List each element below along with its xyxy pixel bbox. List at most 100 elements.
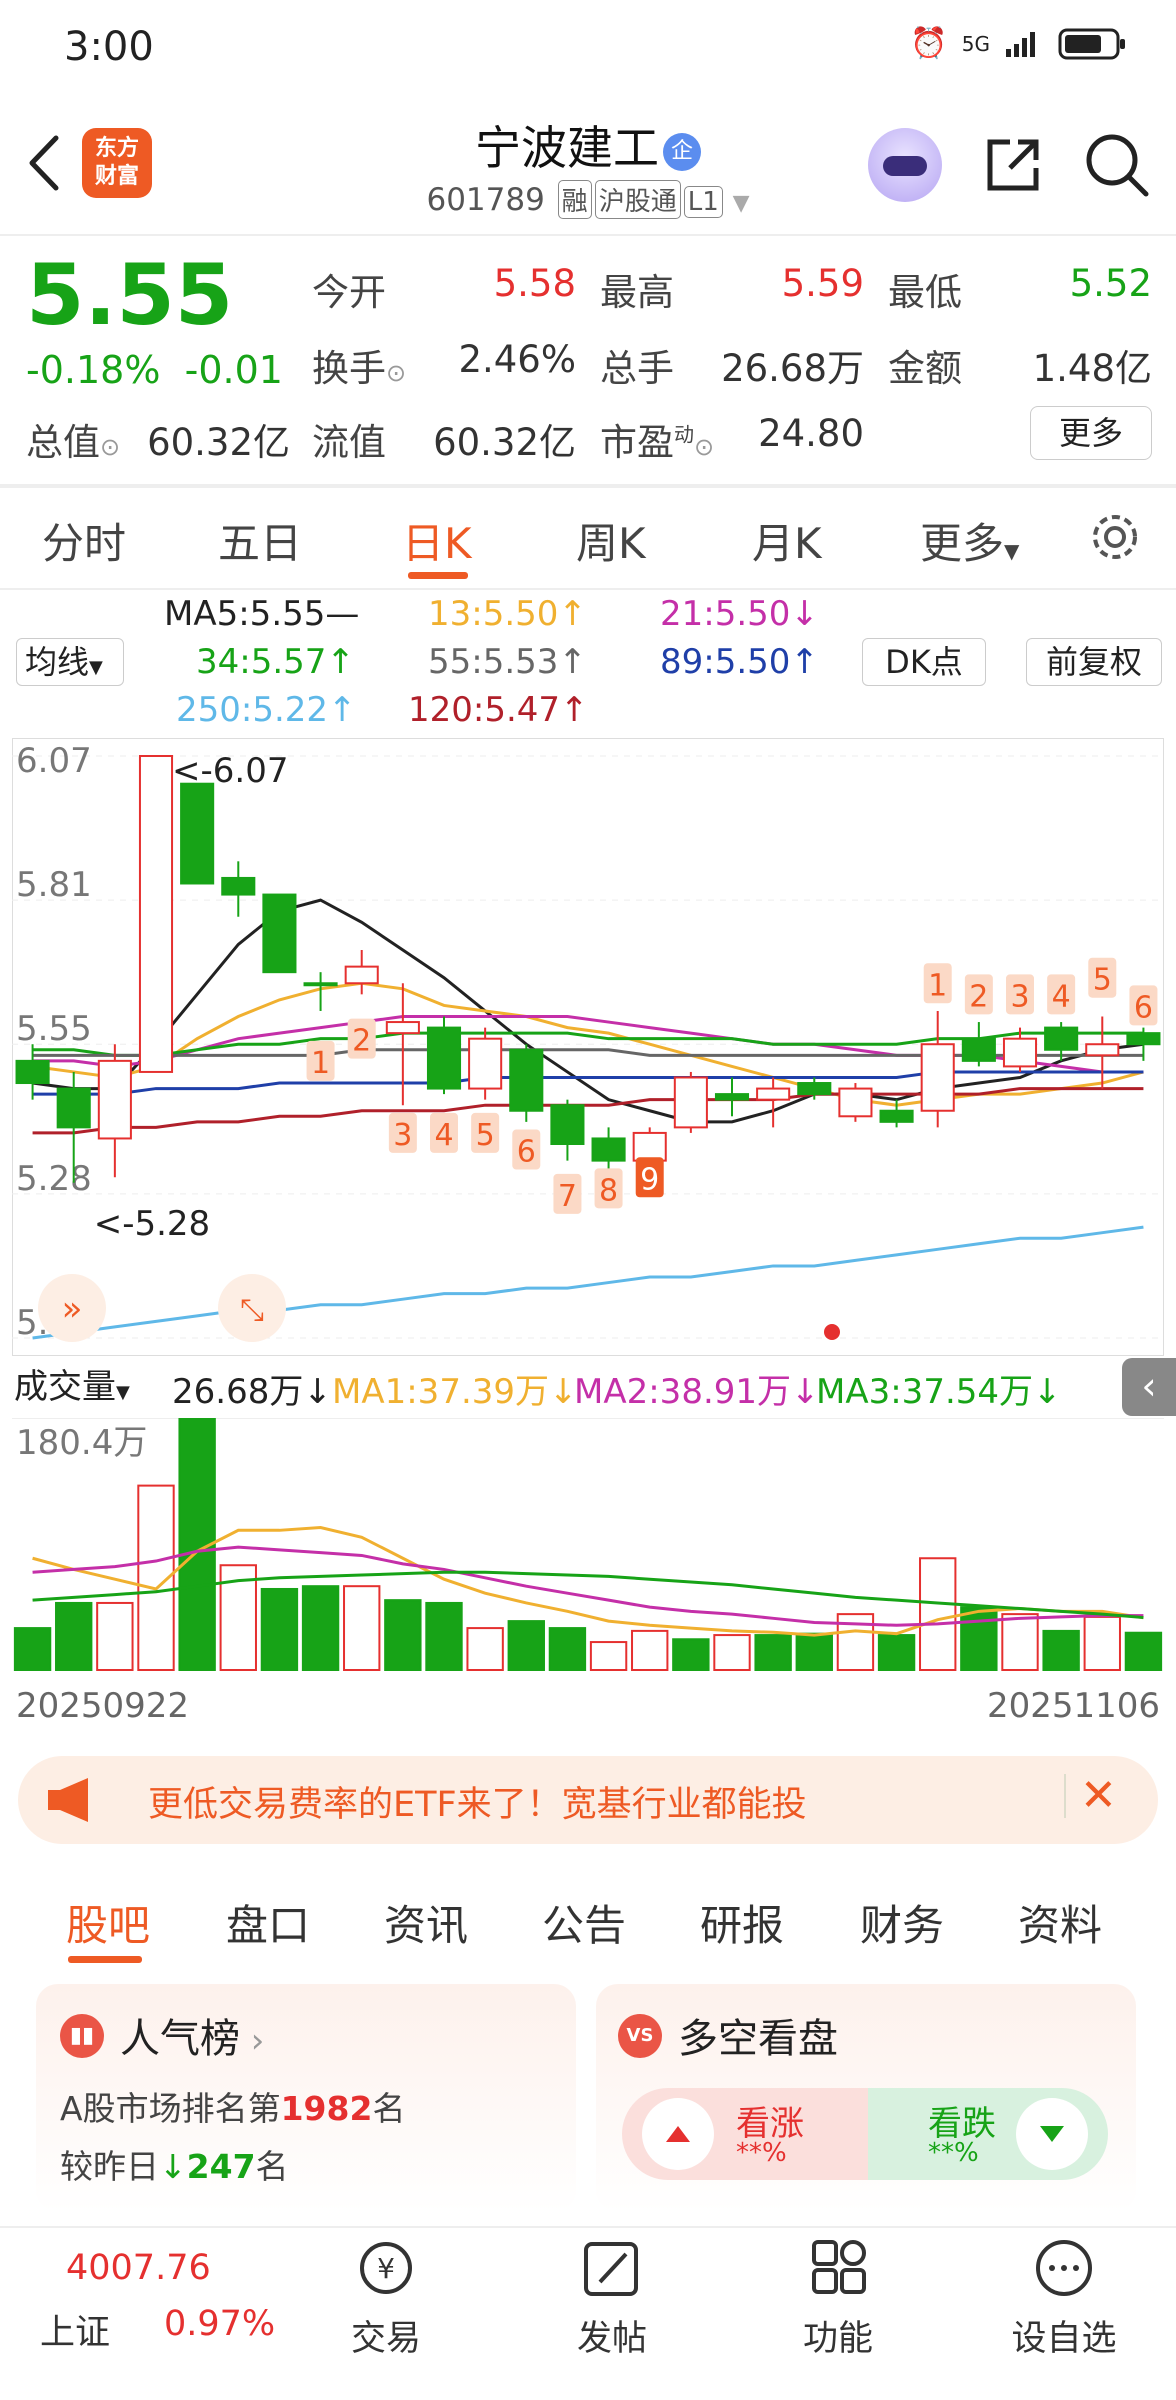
arrow-down-icon: ↓ [159, 2147, 187, 2186]
signal-marker-label: 1 [928, 968, 947, 1003]
promo-divider [1064, 1774, 1066, 1818]
nav-post[interactable]: 发帖 [542, 2310, 682, 2361]
candle-body [632, 1131, 667, 1162]
tab-more[interactable]: 更多▼ [920, 510, 1019, 571]
dropdown-icon: ▼ [732, 191, 750, 216]
pe-label-text: 市盈 [600, 421, 674, 464]
rank-change-value: 247 [186, 2147, 256, 2186]
tab-research[interactable]: 研报 [700, 1892, 784, 1953]
signal-marker-label: 4 [1052, 979, 1071, 1014]
volume-selector[interactable]: 成交量▼ [14, 1364, 166, 1410]
high-value: 5.59 [781, 262, 864, 305]
ma-selector[interactable]: 均线▼ [16, 638, 124, 686]
turnover-label: 换手⊙ [312, 338, 406, 392]
tab-finance[interactable]: 财务 [860, 1892, 944, 1953]
candle-body [920, 1043, 955, 1112]
more-quote-button[interactable]: 更多 [1030, 406, 1152, 460]
signal-marker-label: 7 [558, 1179, 577, 1214]
tab-news[interactable]: 资讯 [384, 1892, 468, 1953]
signal-marker-label: 6 [517, 1135, 536, 1170]
low-label: 最低 [888, 271, 962, 314]
adjust-button[interactable]: 前复权 [1026, 638, 1162, 686]
end-date: 20251106 [986, 1686, 1160, 1726]
volume-bar [919, 1557, 957, 1671]
nav-add-watchlist[interactable]: 设自选 [994, 2310, 1134, 2361]
volume-bar [96, 1601, 134, 1671]
candlestick-chart[interactable]: 6.075.815.555.285.02123456789123456<-6.0… [12, 738, 1164, 1356]
chevron-right-icon: › [240, 2021, 265, 2061]
assistant-avatar[interactable] [868, 128, 942, 202]
float-label: 流值 [312, 421, 386, 464]
volume-ma1: MA1:37.39万↓ [332, 1372, 578, 1412]
gear-icon [1093, 515, 1137, 559]
search-button[interactable] [1082, 130, 1150, 198]
svg-text:¥: ¥ [377, 2252, 395, 2285]
enterprise-badge: 企 [663, 132, 701, 171]
tab-intraday[interactable]: 分时 [42, 510, 126, 571]
tab-weekly-k[interactable]: 周K [576, 510, 646, 571]
signal-marker-label: 5 [476, 1118, 495, 1153]
signal-marker-label: 2 [969, 979, 988, 1014]
share-button[interactable] [980, 132, 1046, 198]
nav-trade[interactable]: 交易 [316, 2310, 456, 2361]
rank-value: 1982 [280, 2089, 373, 2128]
caret-down-icon: ▼ [1004, 539, 1020, 563]
ma55-legend: 55:5.53↑ [428, 642, 587, 682]
pe-sup: 动 [674, 422, 694, 447]
high-label: 最高 [600, 271, 674, 314]
volume-chart[interactable]: 180.4万 [12, 1418, 1164, 1674]
volume-bar [672, 1638, 710, 1672]
candle-body [1126, 1032, 1161, 1046]
tab-orderbook[interactable]: 盘口 [226, 1892, 310, 1953]
tab-daily-k[interactable]: 日K [402, 510, 472, 571]
signal-marker-label: 4 [434, 1118, 453, 1153]
collapse-panel-button[interactable]: ‹ [1122, 1358, 1176, 1416]
event-dot [824, 1324, 840, 1340]
candle-body [426, 1026, 462, 1090]
y-tick-label: 5.55 [16, 1009, 92, 1049]
mktcap-value: 60.32亿 [147, 421, 290, 464]
volume-value: 26.68万 [721, 347, 864, 390]
ma5-legend: MA5:5.55— [164, 594, 360, 634]
volume-bar [795, 1632, 833, 1671]
candle-body [961, 1037, 996, 1062]
battery-icon [1058, 28, 1125, 59]
candle-body [1044, 1026, 1079, 1051]
change-percent: -0.18% [26, 348, 161, 392]
turnover-label-text: 换手 [312, 347, 386, 390]
popularity-title: 人气榜 › [120, 2006, 264, 2064]
mktcap-label: 总值⊙ [26, 412, 120, 466]
low-value: 5.52 [1069, 262, 1152, 305]
tab-announcements[interactable]: 公告 [542, 1892, 626, 1953]
signal-icon [1006, 31, 1035, 57]
volume-ma3: MA3:37.54万↓ [816, 1372, 1062, 1412]
rank-change-line: 较昨日↓247名 [60, 2140, 289, 2188]
close-icon[interactable]: ✕ [1080, 1770, 1117, 1821]
amount-label: 金额 [888, 347, 962, 390]
signal-marker-label: 3 [1010, 979, 1029, 1014]
dk-point-button[interactable]: DK点 [862, 638, 986, 686]
share-icon [987, 139, 1039, 191]
tab-profile[interactable]: 资料 [1018, 1892, 1102, 1953]
candle-body [138, 755, 174, 1073]
volume-current: 26.68万↓ [172, 1372, 332, 1412]
volume-bar [55, 1601, 93, 1671]
alarm-icon: ⏰ [910, 26, 948, 61]
candle-body [468, 1037, 503, 1090]
tab-five-day[interactable]: 五日 [218, 510, 302, 571]
max-price-label: <-6.07 [172, 751, 288, 791]
caret-down-icon: ▼ [116, 1382, 130, 1403]
index-value[interactable]: 4007.76 [66, 2248, 211, 2288]
pe-label: 市盈动⊙ [600, 412, 714, 466]
settings-button[interactable] [1088, 510, 1142, 568]
tab-forum[interactable]: 股吧 [66, 1892, 150, 1953]
volume-bar [754, 1634, 792, 1671]
volume-bar [466, 1627, 504, 1671]
amount-value: 1.48亿 [1032, 347, 1152, 390]
tag-level: L1 [683, 186, 723, 218]
candle-body [97, 1059, 132, 1140]
mktcap-label-text: 总值 [26, 421, 100, 464]
nav-functions[interactable]: 功能 [768, 2310, 908, 2361]
candle-body [15, 1059, 50, 1085]
tab-monthly-k[interactable]: 月K [752, 510, 822, 571]
